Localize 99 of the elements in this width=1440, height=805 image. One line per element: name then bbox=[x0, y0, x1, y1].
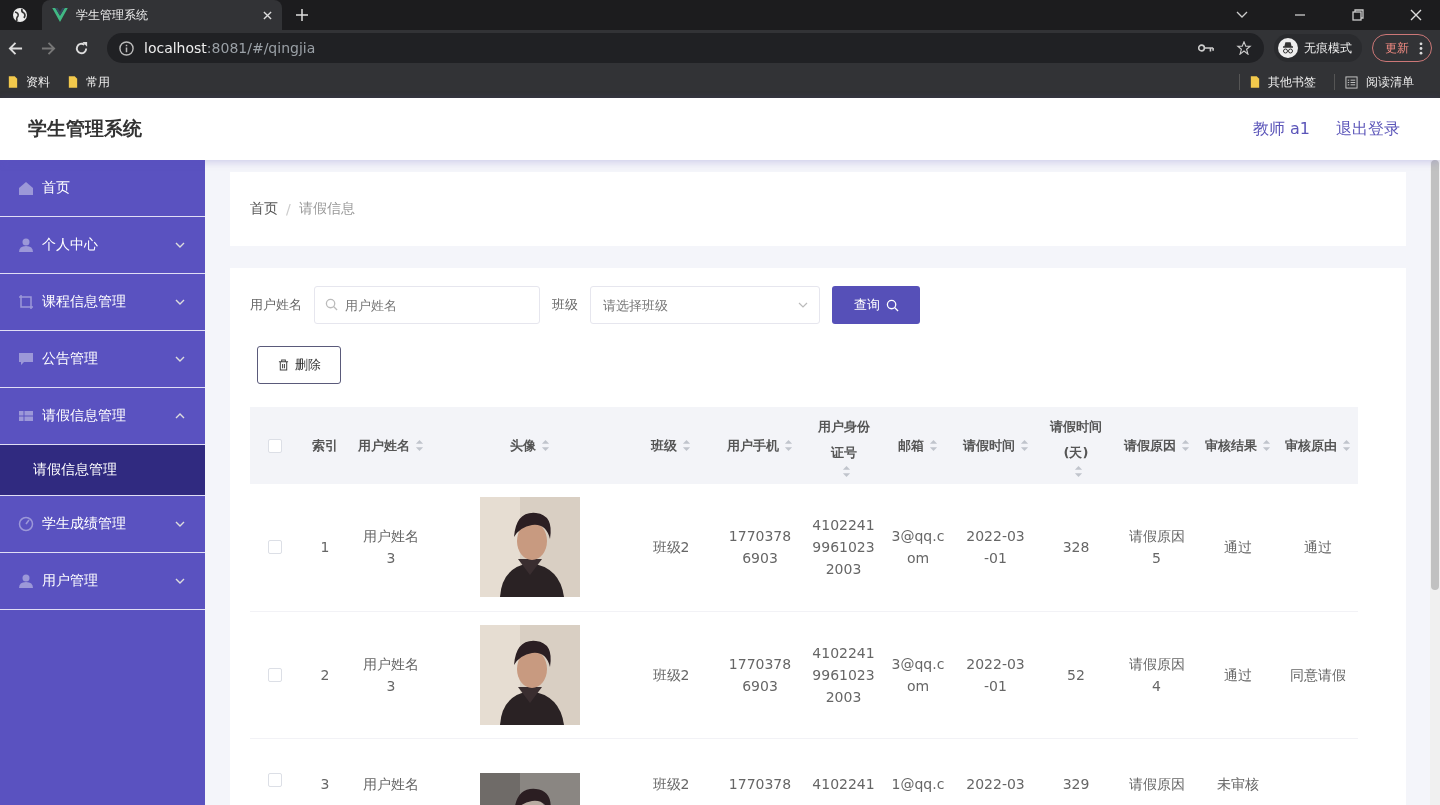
column-header[interactable]: 邮箱 bbox=[898, 432, 924, 459]
table-cell-text: 410224199610232003 bbox=[811, 643, 876, 707]
table-cell-text: 班级2 bbox=[652, 665, 690, 685]
breadcrumb-separator: / bbox=[286, 201, 291, 217]
back-icon[interactable] bbox=[8, 40, 23, 56]
table-cell-text: 未审核 bbox=[1216, 774, 1259, 794]
table-cell-text: 同意请假 bbox=[1290, 665, 1346, 685]
delete-button[interactable]: 删除 bbox=[257, 346, 341, 384]
crop-icon bbox=[18, 294, 34, 310]
globe-icon bbox=[12, 7, 28, 23]
table-cell-text: 410224199610232003 bbox=[811, 516, 876, 580]
sidebar-item[interactable]: 学生成绩管理 bbox=[0, 496, 205, 553]
checkbox[interactable] bbox=[268, 540, 282, 555]
table-cell-text: 通过 bbox=[1223, 538, 1252, 558]
table-cell-text: 请假原因4 bbox=[1127, 654, 1186, 696]
table-cell-text: 329 bbox=[1062, 774, 1090, 794]
key-icon[interactable] bbox=[1198, 41, 1214, 55]
browser-tab[interactable]: 学生管理系统 bbox=[42, 0, 282, 30]
table-cell-text: 班级2 bbox=[652, 774, 690, 794]
v-logo-icon bbox=[52, 8, 68, 22]
table-icon bbox=[18, 408, 34, 424]
class-select[interactable]: 请选择班级 bbox=[590, 286, 820, 324]
search-icon bbox=[325, 298, 338, 311]
user-link[interactable]: 教师 a1 bbox=[1252, 118, 1310, 140]
field-label: 班级 bbox=[552, 296, 578, 314]
star-icon[interactable] bbox=[1236, 41, 1252, 55]
info-icon bbox=[119, 40, 134, 56]
table-cell-text: 52 bbox=[1067, 665, 1085, 685]
address-bar[interactable]: localhost:8081/#/qingjia bbox=[107, 33, 1264, 63]
bookmark[interactable]: 其他书签 bbox=[1250, 73, 1316, 91]
table-cell-text: 3@qq.com bbox=[890, 527, 946, 569]
reading-list-button[interactable]: 阅读清单 bbox=[1345, 73, 1414, 91]
home-icon bbox=[18, 180, 34, 196]
table-cell-text: 用户姓名3 bbox=[362, 654, 420, 696]
name-search-field[interactable]: 用户姓名 bbox=[314, 286, 540, 324]
folder-icon bbox=[1250, 75, 1260, 89]
table-cell-text: 2 bbox=[320, 665, 330, 685]
url-text: localhost:8081/#/qingjia bbox=[144, 40, 316, 56]
profile-button[interactable]: 无痕模式 bbox=[1274, 34, 1362, 62]
table-cell-text: 1@qq.c bbox=[890, 774, 946, 794]
table-cell-text: 328 bbox=[1062, 538, 1090, 558]
checkbox[interactable] bbox=[268, 667, 282, 682]
restore-icon[interactable] bbox=[1352, 9, 1364, 21]
sidebar-item[interactable]: 首页 bbox=[0, 160, 205, 217]
table-cell-text: 通过 bbox=[1304, 538, 1332, 558]
folder-icon bbox=[8, 75, 18, 89]
tab-title: 学生管理系统 bbox=[76, 6, 149, 24]
table-cell-text: 2022-03-01 bbox=[966, 527, 1025, 569]
table-cell-text: 班级2 bbox=[652, 538, 690, 558]
search-button[interactable]: 查询 bbox=[832, 286, 920, 324]
sidebar-item[interactable]: 个人中心 bbox=[0, 217, 205, 274]
table-cell-text: 3 bbox=[320, 774, 330, 794]
table-cell-text: 用户姓名 bbox=[362, 774, 420, 794]
reload-icon[interactable] bbox=[74, 40, 89, 56]
table-cell-text: 1 bbox=[320, 538, 330, 558]
close-icon[interactable] bbox=[263, 10, 272, 20]
table-cell-text: 请假原因 bbox=[1127, 774, 1186, 794]
table-cell-text: 2022-03-01 bbox=[966, 654, 1025, 696]
forward-icon[interactable] bbox=[41, 40, 56, 56]
table-cell-text: 通过 bbox=[1223, 665, 1252, 685]
table-cell-text: 17703786903 bbox=[727, 527, 793, 569]
table-cell-text: 请假原因5 bbox=[1127, 527, 1186, 569]
checkbox[interactable] bbox=[268, 772, 282, 787]
logout-link[interactable]: 退出登录 bbox=[1336, 118, 1400, 140]
more-icon bbox=[1419, 41, 1423, 55]
trash-icon bbox=[277, 359, 289, 371]
table-cell-text: 3@qq.com bbox=[890, 654, 946, 696]
bookmark[interactable]: 资料 bbox=[8, 73, 50, 91]
new-tab-icon[interactable] bbox=[296, 9, 308, 21]
table-cell-text: 1770378 bbox=[727, 774, 793, 794]
caret-icon bbox=[798, 302, 808, 308]
app-title: 学生管理系统 bbox=[28, 116, 142, 141]
bookmark[interactable]: 常用 bbox=[68, 73, 110, 91]
field-label: 用户姓名 bbox=[250, 296, 302, 314]
table-cell-text: 用户姓名3 bbox=[362, 527, 420, 569]
table-cell-text: 4102241 bbox=[811, 774, 876, 794]
person-icon bbox=[18, 573, 34, 589]
close-icon[interactable] bbox=[1410, 9, 1422, 21]
scrollbar[interactable] bbox=[1430, 160, 1440, 805]
list-icon bbox=[1345, 75, 1358, 89]
checkbox[interactable] bbox=[268, 438, 282, 453]
column-header[interactable]: 用户手机 bbox=[727, 432, 779, 459]
column-header[interactable]: 索引 bbox=[312, 432, 338, 459]
gauge-icon bbox=[18, 516, 34, 532]
person-icon bbox=[18, 237, 34, 253]
message-icon bbox=[18, 351, 34, 367]
search-icon bbox=[885, 298, 899, 312]
column-header[interactable]: 班级 bbox=[651, 432, 677, 459]
breadcrumb-item[interactable]: 首页 bbox=[250, 200, 278, 218]
incognito-icon bbox=[1278, 38, 1298, 58]
table-cell-text: 17703786903 bbox=[727, 654, 793, 696]
column-header[interactable]: 头像 bbox=[510, 432, 536, 459]
scrollbar-thumb[interactable] bbox=[1431, 160, 1439, 590]
sidebar-subitem[interactable]: 请假信息管理 bbox=[0, 445, 205, 496]
sidebar-item[interactable]: 用户管理 bbox=[0, 553, 205, 610]
sidebar-item[interactable]: 公告管理 bbox=[0, 331, 205, 388]
sidebar-item[interactable]: 课程信息管理 bbox=[0, 274, 205, 331]
table-cell-text: 2022-03 bbox=[966, 774, 1025, 794]
folder-icon bbox=[68, 75, 78, 89]
